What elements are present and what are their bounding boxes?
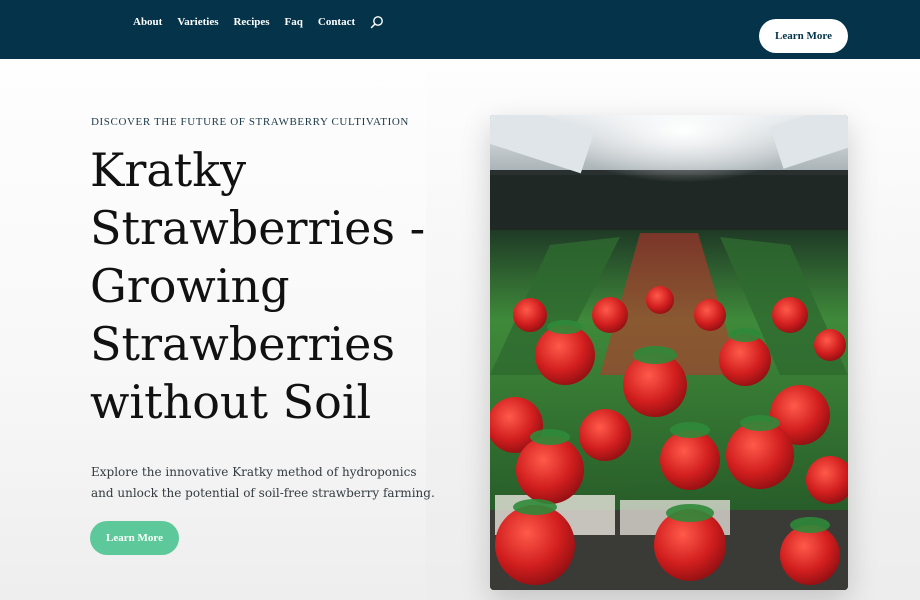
top-navbar: About Varieties Recipes Faq Contact Lear… xyxy=(0,0,920,59)
nav-link-varieties[interactable]: Varieties xyxy=(177,16,218,28)
strawberry-greenhouse-image xyxy=(490,115,848,590)
hero-eyebrow: DISCOVER THE FUTURE OF STRAWBERRY CULTIV… xyxy=(91,116,409,128)
hero-title: Kratky Strawberries - Growing Strawberri… xyxy=(90,143,426,429)
nav-link-recipes[interactable]: Recipes xyxy=(233,16,269,28)
hero-subtitle: Explore the innovative Kratky method of … xyxy=(91,465,435,500)
nav-link-faq[interactable]: Faq xyxy=(285,16,303,28)
header-learn-more-button[interactable]: Learn More xyxy=(759,19,848,53)
nav-links: About Varieties Recipes Faq Contact xyxy=(133,14,384,30)
hero-learn-more-button[interactable]: Learn More xyxy=(90,521,179,555)
nav-link-about[interactable]: About xyxy=(133,16,162,28)
search-icon[interactable] xyxy=(370,15,384,29)
nav-link-contact[interactable]: Contact xyxy=(318,16,355,28)
